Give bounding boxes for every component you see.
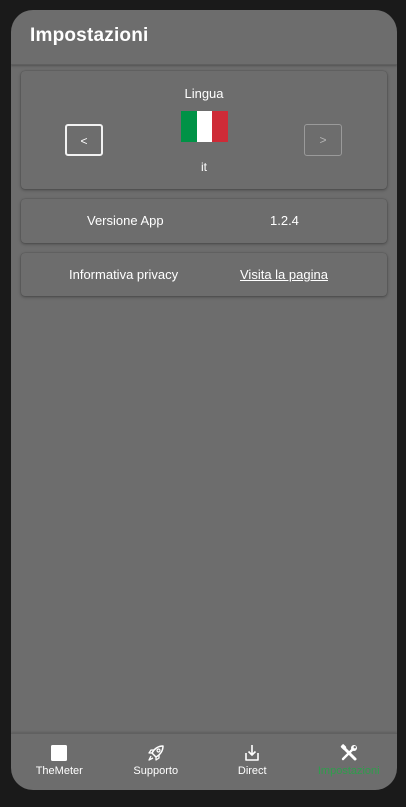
language-card: Lingua < > it [21, 71, 387, 189]
privacy-link[interactable]: Visita la pagina [240, 267, 328, 282]
language-code: it [201, 160, 207, 174]
nav-item-impostazioni[interactable]: Impostazioni [301, 734, 398, 790]
next-language-button[interactable]: > [304, 124, 342, 156]
app-bar: Impostazioni [11, 10, 397, 65]
nav-label-impostazioni: Impostazioni [317, 765, 380, 777]
privacy-label: Informativa privacy [69, 267, 179, 282]
flag-white-stripe [196, 111, 213, 142]
nav-label-supporto: Supporto [133, 765, 179, 777]
tools-icon [340, 744, 357, 761]
nav-item-direct[interactable]: Direct [204, 734, 301, 790]
nav-label-themeter: TheMeter [35, 765, 83, 777]
privacy-card: Informativa privacy Visita la pagina [21, 253, 387, 296]
bottom-navigation: TheMeter Supporto Direct Impostazioni [11, 733, 397, 790]
download-icon [245, 745, 260, 761]
nav-label-direct: Direct [237, 765, 267, 777]
nav-item-supporto[interactable]: Supporto [108, 734, 205, 790]
previous-language-button[interactable]: < [65, 124, 103, 156]
version-label: Versione App [87, 213, 164, 228]
nav-item-themeter[interactable]: TheMeter [11, 734, 108, 790]
italy-flag-icon [181, 111, 229, 142]
page-title: Impostazioni [30, 25, 149, 46]
flag-green-stripe [181, 111, 197, 142]
language-label: Lingua [184, 86, 224, 101]
square-icon [51, 745, 68, 761]
app-screen: Impostazioni Lingua < > it Versione App … [11, 10, 397, 790]
rocket-icon [148, 745, 164, 761]
version-card: Versione App 1.2.4 [21, 199, 387, 243]
version-value: 1.2.4 [270, 213, 299, 228]
flag-red-stripe [212, 111, 229, 142]
